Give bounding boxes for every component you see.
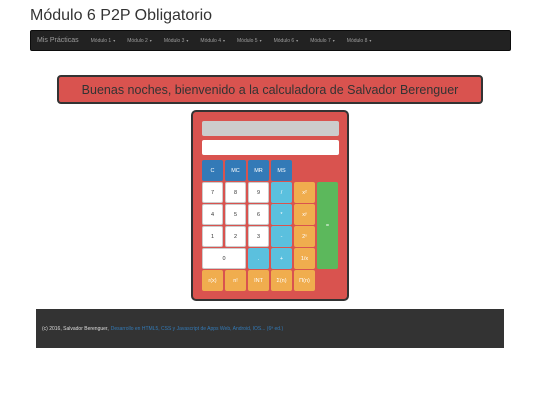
nav-item-label: Módulo 8 [346, 37, 368, 44]
digit-5-button[interactable]: 5 [225, 204, 246, 225]
navbar-brand[interactable]: Mis Prácticas [37, 37, 79, 44]
digit-1-button[interactable]: 1 [202, 226, 223, 247]
multiply-button[interactable]: * [271, 204, 292, 225]
memory-recall-button[interactable]: MR [248, 160, 269, 181]
nav-item-label: Módulo 5 [237, 37, 258, 44]
decimal-point-button[interactable]: . [248, 248, 269, 269]
digit-7-button[interactable]: 7 [202, 182, 223, 203]
equals-button[interactable]: = [317, 182, 338, 269]
nav-item-modulo-6[interactable]: Módulo 6 ▾ [274, 38, 299, 44]
factorial-button[interactable]: n! [225, 270, 246, 291]
nav-item-modulo-5[interactable]: Módulo 5 ▾ [237, 38, 262, 44]
nav-item-modulo-4[interactable]: Módulo 4 ▾ [200, 38, 225, 44]
chevron-down-icon: ▾ [222, 38, 225, 43]
digit-2-button[interactable]: 2 [225, 226, 246, 247]
chevron-down-icon: ▾ [332, 38, 335, 43]
power-of-two-button[interactable]: 2ˣ [294, 226, 315, 247]
memory-store-button[interactable]: MS [271, 160, 292, 181]
plus-button[interactable]: + [271, 248, 292, 269]
calculator: C MC MR MS 7 8 9 / x² 4 5 6 * xʸ 1 2 3 -… [191, 110, 349, 301]
calculator-secondary-display [202, 121, 339, 136]
footer-link[interactable]: Desarrollo en HTML5, CSS y Javascript de… [111, 326, 283, 332]
r-function-button[interactable]: r(x) [202, 270, 223, 291]
product-button[interactable]: Π(n) [294, 270, 315, 291]
calculator-display[interactable] [202, 140, 339, 155]
inverse-button[interactable]: 1/x [294, 248, 315, 269]
welcome-banner: Buenas noches, bienvenido a la calculado… [57, 75, 483, 104]
minus-button[interactable]: - [271, 226, 292, 247]
chevron-down-icon: ▾ [259, 38, 262, 43]
digit-0-button[interactable]: 0 [202, 248, 246, 269]
chevron-down-icon: ▾ [296, 38, 299, 43]
nav-item-modulo-2[interactable]: Módulo 2 ▾ [127, 38, 152, 44]
nav-item-label: Módulo 4 [200, 37, 221, 44]
nav-item-label: Módulo 6 [273, 37, 295, 44]
chevron-down-icon: ▾ [149, 38, 152, 43]
square-button[interactable]: x² [294, 182, 315, 203]
page-title: Módulo 6 P2P Obligatorio [30, 7, 213, 24]
chevron-down-icon: ▾ [369, 38, 372, 43]
int-button[interactable]: INT [248, 270, 269, 291]
clear-button[interactable]: C [202, 160, 223, 181]
digit-8-button[interactable]: 8 [225, 182, 246, 203]
nav-item-modulo-3[interactable]: Módulo 3 ▾ [164, 38, 189, 44]
chevron-down-icon: ▾ [113, 38, 116, 43]
divide-button[interactable]: / [271, 182, 292, 203]
digit-3-button[interactable]: 3 [248, 226, 269, 247]
nav-item-label: Módulo 2 [127, 37, 148, 44]
digit-4-button[interactable]: 4 [202, 204, 223, 225]
memory-clear-button[interactable]: MC [225, 160, 246, 181]
nav-item-modulo-1[interactable]: Módulo 1 ▾ [91, 38, 116, 44]
footer-copyright: (c) 2016, Salvador Berenguer, [42, 325, 109, 332]
chevron-down-icon: ▾ [186, 38, 189, 43]
nav-item-label: Módulo 1 [90, 37, 112, 44]
footer: (c) 2016, Salvador Berenguer, Desarrollo… [36, 309, 504, 348]
digit-9-button[interactable]: 9 [248, 182, 269, 203]
nav-item-label: Módulo 3 [163, 37, 185, 44]
power-button[interactable]: xʸ [294, 204, 315, 225]
nav-item-label: Módulo 7 [310, 37, 331, 44]
digit-6-button[interactable]: 6 [248, 204, 269, 225]
navbar: Mis Prácticas Módulo 1 ▾ Módulo 2 ▾ Módulo… [30, 30, 511, 51]
nav-item-modulo-7[interactable]: Módulo 7 ▾ [310, 38, 335, 44]
summation-button[interactable]: Σ(n) [271, 270, 292, 291]
nav-item-modulo-8[interactable]: Módulo 8 ▾ [347, 38, 372, 44]
